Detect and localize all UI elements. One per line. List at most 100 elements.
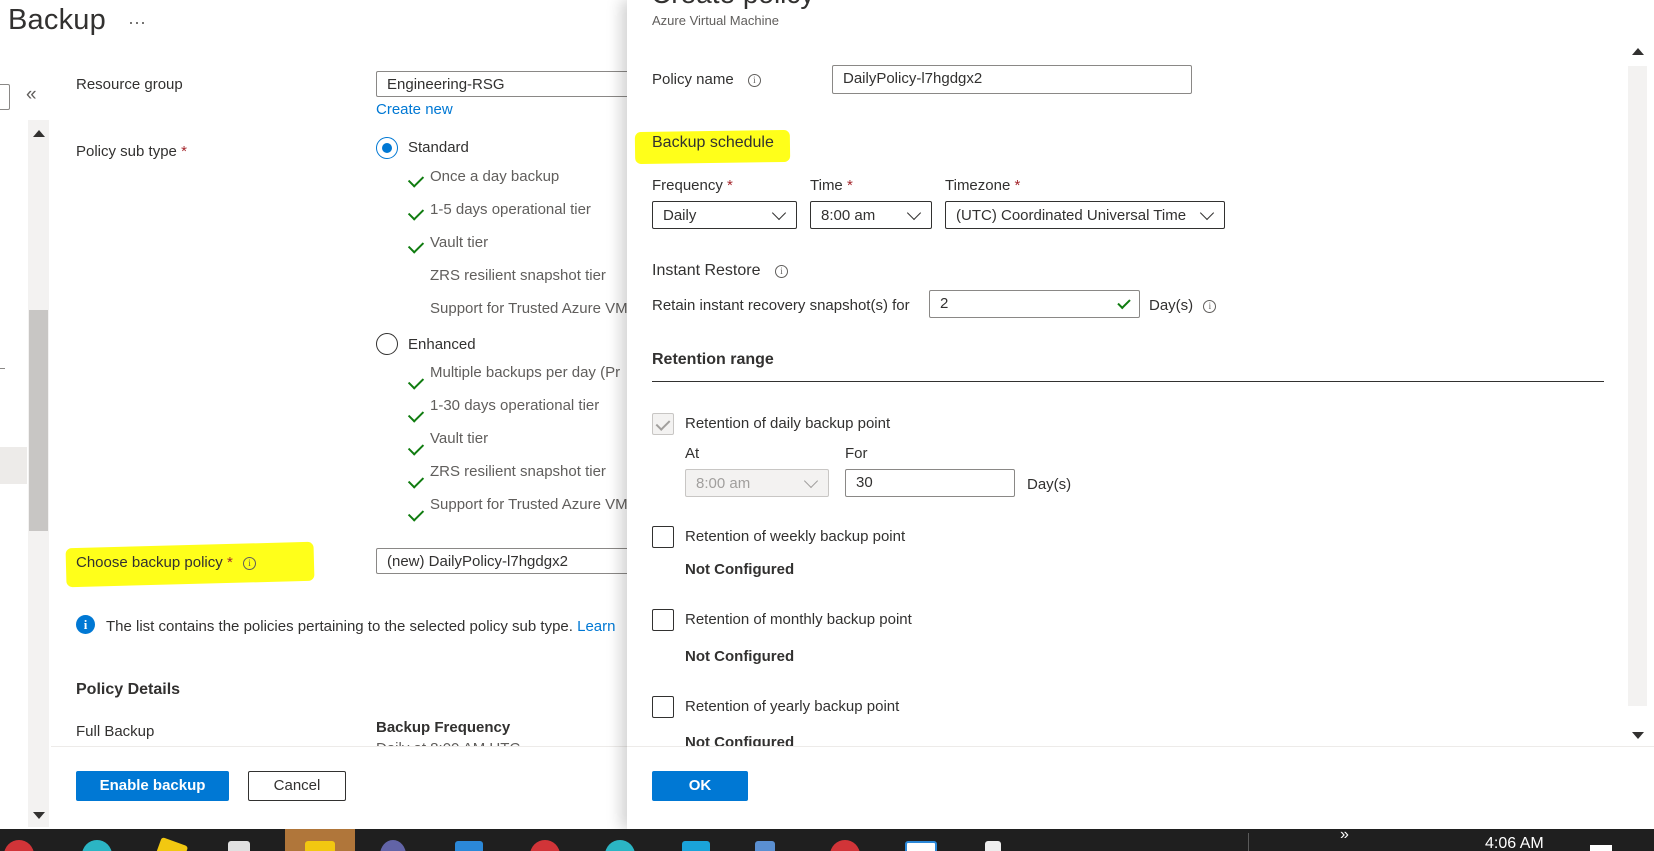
taskbar-app-icon[interactable]	[228, 841, 250, 851]
scroll-thumb[interactable]	[29, 310, 48, 531]
at-time-dropdown: 8:00 am	[685, 469, 829, 497]
standard-label: Standard	[408, 139, 469, 156]
chevron-down-icon	[1199, 205, 1215, 221]
time-label: Time *	[810, 177, 853, 194]
yearly-retention-checkbox[interactable]	[652, 696, 674, 718]
at-time-value: 8:00 am	[696, 475, 751, 492]
info-icon[interactable]: i	[747, 74, 761, 87]
taskbar-app-icon[interactable]	[82, 840, 112, 851]
tray-overflow-icon[interactable]: »	[1340, 829, 1349, 844]
scroll-up-icon[interactable]	[1632, 48, 1644, 55]
days-unit-label: Day(s)	[1027, 476, 1072, 493]
feature-item: Support for Trusted Azure VM	[430, 300, 627, 317]
timezone-label: Timezone *	[945, 177, 1020, 194]
right-footer: OK	[627, 746, 1654, 829]
chevron-down-icon	[803, 473, 819, 489]
monthly-retention-label: Retention of monthly backup point	[685, 611, 912, 628]
backup-frequency-label: Backup Frequency	[376, 719, 511, 736]
frequency-dropdown[interactable]: Daily	[652, 201, 797, 229]
check-icon	[407, 472, 425, 489]
retain-snapshots-input[interactable]: 2	[929, 290, 1140, 318]
backup-schedule-heading: Backup schedule	[652, 134, 774, 151]
learn-more-link[interactable]: Learn	[577, 618, 615, 635]
info-message: The list contains the policies pertainin…	[106, 618, 615, 635]
frequency-text: Frequency	[652, 177, 723, 194]
policy-name-input[interactable]: DailyPolicy-l7hgdgx2	[832, 65, 1192, 94]
daily-retention-label: Retention of daily backup point	[685, 415, 891, 432]
days-unit-label: Day(s) i	[1149, 297, 1217, 314]
time-dropdown[interactable]: 8:00 am	[810, 201, 932, 229]
check-icon	[407, 171, 425, 188]
check-icon	[407, 204, 425, 221]
collapse-icon[interactable]: «	[26, 84, 37, 106]
nav-selected-item[interactable]	[0, 447, 27, 484]
taskbar-app-icon[interactable]	[455, 841, 483, 851]
standard-radio[interactable]	[376, 137, 398, 159]
taskbar-app-icon[interactable]	[605, 840, 635, 851]
teams-icon[interactable]	[380, 840, 406, 851]
taskbar-app-icon[interactable]	[682, 841, 710, 851]
system-clock[interactable]: 4:06 AM	[1485, 835, 1544, 851]
weekly-retention-label: Retention of weekly backup point	[685, 528, 906, 545]
taskbar-app-icon[interactable]	[153, 836, 189, 851]
yearly-retention-label: Retention of yearly backup point	[685, 698, 900, 715]
time-value: 8:00 am	[821, 207, 876, 224]
info-icon[interactable]: i	[242, 557, 256, 570]
info-icon[interactable]: i	[774, 265, 788, 278]
policy-name-label: Policy name i	[652, 71, 761, 88]
backup-policy-dropdown[interactable]: (new) DailyPolicy-l7hgdgx2	[376, 548, 627, 574]
check-icon	[407, 505, 425, 522]
cancel-button[interactable]: Cancel	[248, 771, 346, 801]
scroll-thumb[interactable]	[1628, 66, 1647, 706]
scroll-down-icon[interactable]	[33, 812, 45, 819]
taskbar: » 4:06 AM	[0, 829, 1654, 851]
enable-backup-button[interactable]: Enable backup	[76, 771, 229, 801]
info-message-text: The list contains the policies pertainin…	[106, 618, 573, 635]
at-label: At	[685, 445, 700, 462]
resource-group-field[interactable]: Engineering-RSG	[376, 71, 627, 97]
timezone-dropdown[interactable]: (UTC) Coordinated Universal Time	[945, 201, 1225, 229]
feature-item: ZRS resilient snapshot tier	[430, 267, 606, 284]
scroll-up-icon[interactable]	[33, 130, 45, 137]
daily-retention-checkbox[interactable]	[652, 413, 674, 435]
blade-subtitle: Azure Virtual Machine	[652, 13, 779, 28]
daily-retention-days-input[interactable]: 30	[845, 469, 1015, 497]
left-scrollbar[interactable]	[28, 120, 49, 827]
full-backup-label: Full Backup	[76, 723, 155, 740]
taskbar-app-icon[interactable]	[755, 841, 775, 851]
taskbar-app-icon[interactable]	[830, 840, 860, 851]
notification-icon[interactable]	[1590, 845, 1612, 851]
backup-blade: Backup ··· « Resource group Engineering-…	[0, 0, 627, 829]
tray-divider	[1248, 833, 1249, 851]
ok-button[interactable]: OK	[652, 771, 748, 801]
sticky-notes-icon[interactable]	[305, 841, 335, 851]
search-box-stub[interactable]	[0, 84, 10, 110]
days-unit-text: Day(s)	[1149, 297, 1194, 314]
taskbar-app-icon[interactable]	[4, 840, 34, 851]
nav-divider	[0, 368, 5, 369]
taskbar-app-icon[interactable]	[905, 841, 937, 851]
required-asterisk: *	[1014, 177, 1021, 194]
scroll-down-icon[interactable]	[1632, 732, 1644, 739]
taskbar-app-icon[interactable]	[985, 841, 1001, 851]
resource-group-label: Resource group	[76, 76, 183, 93]
taskbar-app-icon[interactable]	[530, 840, 560, 851]
check-icon	[407, 237, 425, 254]
required-asterisk: *	[226, 554, 233, 571]
create-new-link[interactable]: Create new	[376, 101, 453, 118]
feature-item: Vault tier	[430, 430, 489, 447]
policy-details-heading: Policy Details	[76, 681, 181, 698]
monthly-retention-checkbox[interactable]	[652, 609, 674, 631]
choose-backup-policy-text: Choose backup policy	[76, 554, 223, 571]
enhanced-radio[interactable]	[376, 333, 398, 355]
blade-title: Create policy	[651, 0, 814, 10]
required-asterisk: *	[181, 143, 187, 160]
weekly-retention-checkbox[interactable]	[652, 526, 674, 548]
feature-item: Multiple backups per day (Pr	[430, 364, 621, 381]
more-options-icon[interactable]: ···	[128, 12, 146, 33]
instant-restore-text: Instant Restore	[652, 262, 761, 279]
right-scrollbar[interactable]	[1626, 40, 1648, 743]
info-icon[interactable]: i	[1203, 300, 1217, 313]
check-icon	[407, 439, 425, 456]
feature-item: 1-30 days operational tier	[430, 397, 600, 414]
